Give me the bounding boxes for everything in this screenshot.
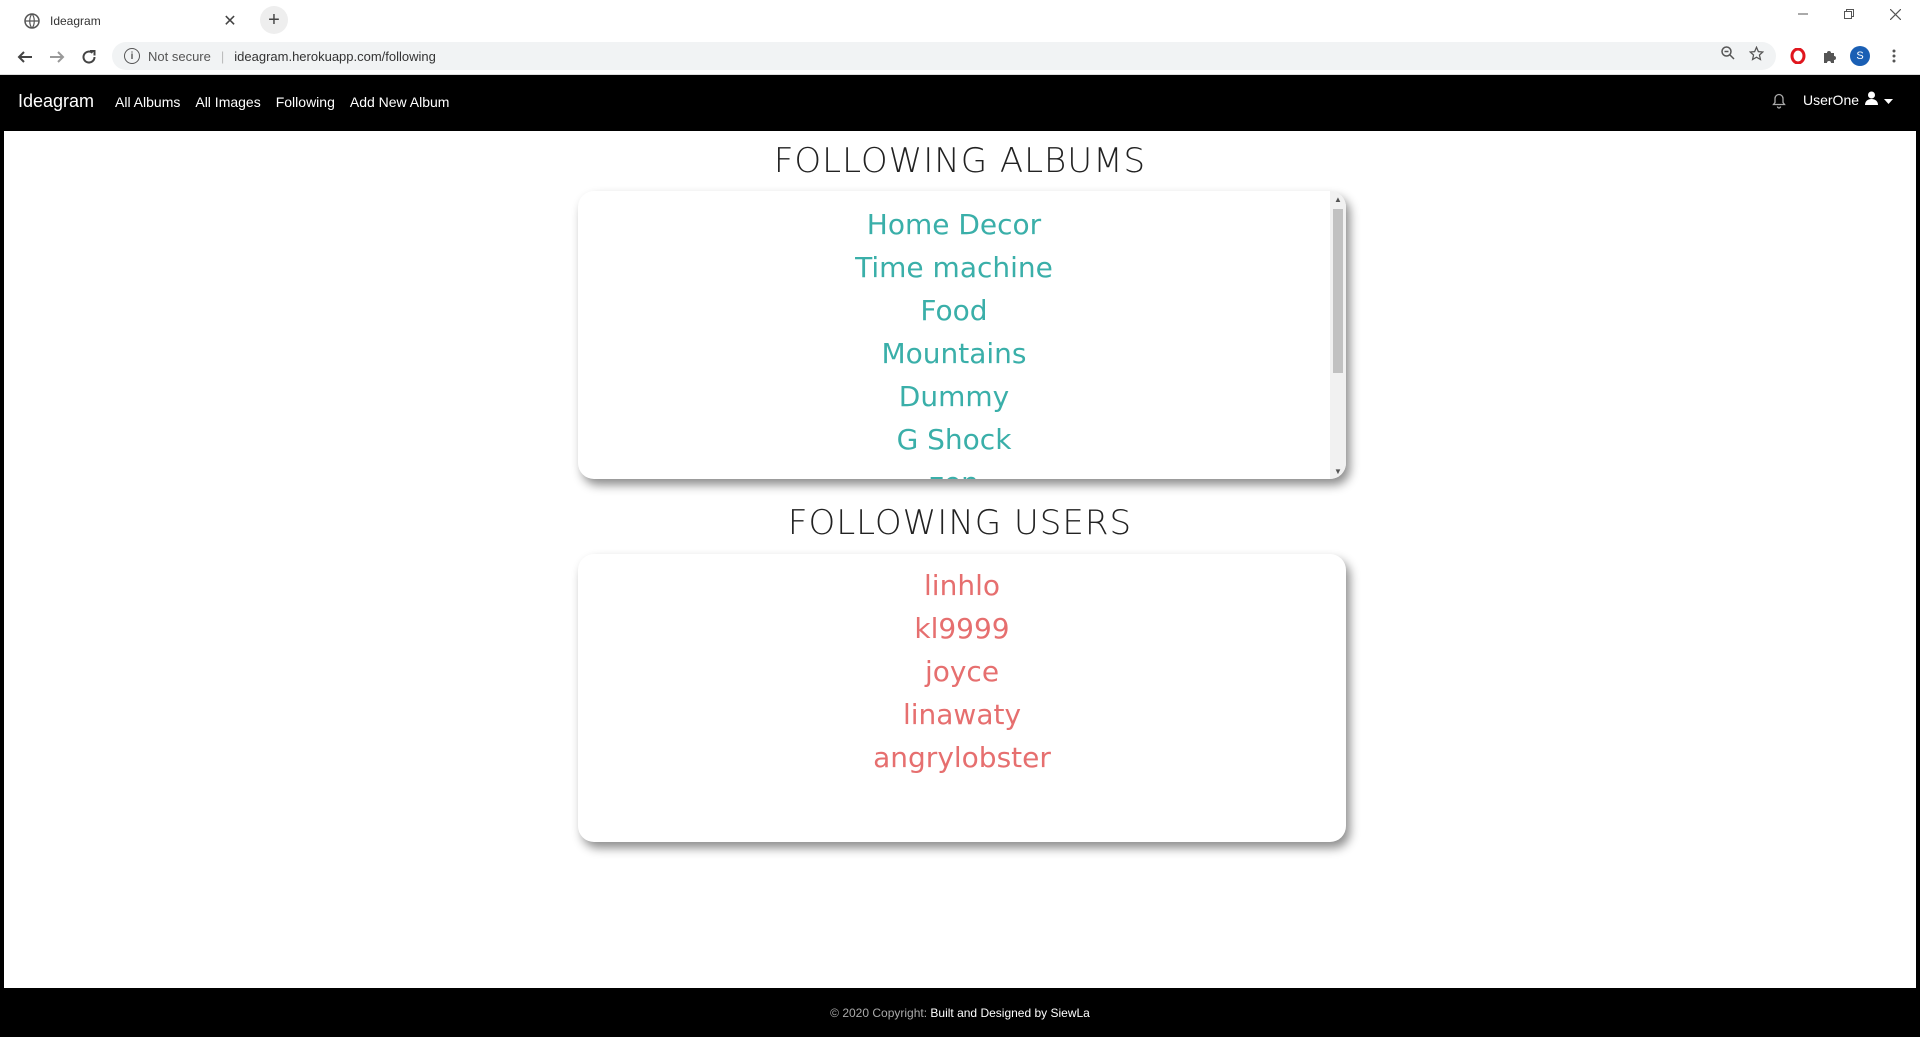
- profile-avatar[interactable]: S: [1850, 46, 1870, 66]
- tab-title: Ideagram: [50, 14, 101, 28]
- album-link[interactable]: Dummy: [578, 375, 1330, 418]
- address-separator: |: [220, 48, 225, 64]
- puzzle-extensions-icon[interactable]: [1820, 46, 1840, 66]
- address-bar-actions: [1721, 45, 1765, 65]
- profile-initial: S: [1850, 46, 1870, 66]
- user-name: UserOne: [1803, 91, 1860, 108]
- address-bar[interactable]: i Not secure | ideagram.herokuapp.com/fo…: [112, 42, 1776, 70]
- security-label: Not secure: [148, 48, 211, 64]
- footer-copyright: © 2020 Copyright:: [830, 1006, 928, 1020]
- user-link[interactable]: angrylobster: [578, 736, 1346, 779]
- tab-close-icon[interactable]: ✕: [220, 11, 240, 31]
- scroll-up-arrow-icon[interactable]: ▲: [1330, 191, 1346, 207]
- album-link[interactable]: G Shock: [578, 418, 1330, 461]
- brand-logo[interactable]: Ideagram: [18, 91, 94, 112]
- footer-credit[interactable]: Built and Designed by SiewLa: [930, 1006, 1089, 1020]
- forward-icon[interactable]: [44, 44, 70, 70]
- user-list: linhlo kl9999 joyce linawaty angrylobste…: [578, 554, 1346, 842]
- site-footer: © 2020 Copyright: Built and Designed by …: [0, 988, 1920, 1037]
- album-link[interactable]: Mountains: [578, 332, 1330, 375]
- album-link[interactable]: zen: [578, 461, 1330, 479]
- album-list: Home Decor Time machine Food Mountains D…: [578, 191, 1330, 479]
- following-albums-card: Home Decor Time machine Food Mountains D…: [578, 191, 1346, 479]
- album-link[interactable]: Food: [578, 289, 1330, 332]
- back-icon[interactable]: [12, 44, 38, 70]
- browser-window: Ideagram ✕ + i Not secure | ideagram.her…: [0, 0, 1920, 1037]
- user-link[interactable]: kl9999: [578, 607, 1346, 650]
- globe-icon: [24, 13, 40, 29]
- zoom-icon[interactable]: [1721, 46, 1735, 65]
- browser-tab[interactable]: Ideagram ✕: [12, 4, 252, 38]
- scroll-down-arrow-icon[interactable]: ▼: [1330, 463, 1346, 479]
- user-link[interactable]: linhlo: [578, 564, 1346, 607]
- user-icon: [1865, 91, 1879, 108]
- minimize-icon[interactable]: [1780, 0, 1826, 28]
- reload-icon[interactable]: [76, 44, 102, 70]
- nav-add-new-album[interactable]: Add New Album: [350, 94, 450, 110]
- user-link[interactable]: joyce: [578, 650, 1346, 693]
- info-icon[interactable]: i: [124, 48, 140, 64]
- url-text[interactable]: ideagram.herokuapp.com/following: [234, 49, 436, 64]
- tab-strip: Ideagram ✕ +: [0, 0, 1920, 38]
- nav-links: All Albums All Images Following Add New …: [115, 94, 464, 110]
- nav-all-images[interactable]: All Images: [195, 94, 260, 110]
- following-albums-heading: FOLLOWING ALBUMS: [773, 141, 1147, 181]
- album-link[interactable]: Time machine: [578, 246, 1330, 289]
- opera-extension-icon[interactable]: [1788, 46, 1808, 66]
- kebab-menu-icon[interactable]: [1884, 46, 1904, 66]
- album-list-scrollbar[interactable]: ▲ ▼: [1330, 191, 1346, 479]
- new-tab-button[interactable]: +: [260, 6, 288, 34]
- nav-all-albums[interactable]: All Albums: [115, 94, 180, 110]
- user-menu[interactable]: UserOne: [1803, 91, 1894, 108]
- site-navbar: Ideagram All Albums All Images Following…: [0, 75, 1920, 131]
- following-users-card: linhlo kl9999 joyce linawaty angrylobste…: [578, 554, 1346, 842]
- browser-toolbar: i Not secure | ideagram.herokuapp.com/fo…: [0, 38, 1920, 75]
- nav-following[interactable]: Following: [276, 94, 335, 110]
- following-users-heading: FOLLOWING USERS: [787, 503, 1133, 543]
- window-close-icon[interactable]: [1872, 0, 1918, 28]
- page-content: FOLLOWING ALBUMS Home Decor Time machine…: [4, 131, 1916, 988]
- scrollbar-thumb[interactable]: [1333, 209, 1343, 373]
- bell-icon[interactable]: [1772, 93, 1786, 114]
- bookmark-star-icon[interactable]: [1748, 45, 1765, 65]
- user-link[interactable]: linawaty: [578, 693, 1346, 736]
- album-link[interactable]: Home Decor: [578, 203, 1330, 246]
- restore-icon[interactable]: [1826, 0, 1872, 28]
- caret-down-icon: [1884, 92, 1894, 108]
